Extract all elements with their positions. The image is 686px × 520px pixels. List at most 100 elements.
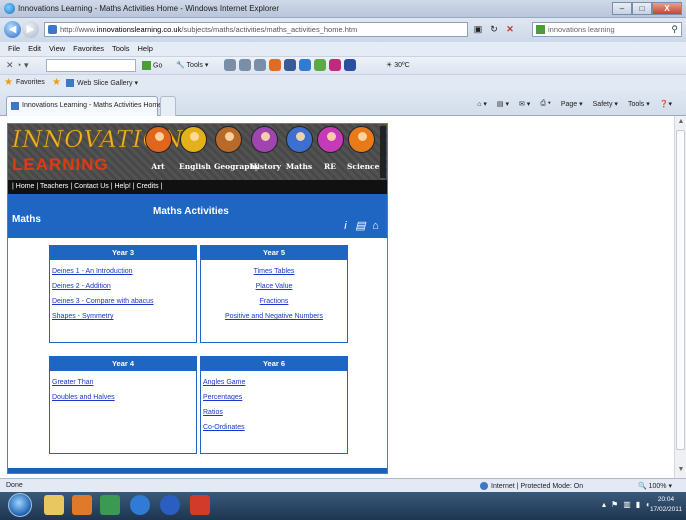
subject-art[interactable]: Art: [144, 126, 172, 171]
weather-widget[interactable]: ☀ 30ºC: [386, 61, 410, 69]
link-percentages[interactable]: Percentages: [201, 394, 347, 401]
toolbar: ✕ ◔ ▾ Go 🔧 Tools ▾ ☀ 30ºC: [0, 56, 686, 74]
site-navigation[interactable]: | Home | Teachers | Contact Us | Help! |…: [8, 180, 387, 194]
link-place-value[interactable]: Place Value: [201, 283, 347, 290]
menu-help[interactable]: Help: [138, 42, 153, 56]
status-text: Done: [6, 482, 23, 489]
internet-explorer-icon[interactable]: [130, 495, 150, 515]
search-icon[interactable]: ⚲: [671, 24, 678, 35]
widget-icon[interactable]: [314, 59, 326, 71]
link-deines-3[interactable]: Deines 3 - Compare with abacus: [50, 298, 196, 305]
new-tab-button[interactable]: [160, 96, 176, 116]
menu-file[interactable]: File: [8, 42, 20, 56]
link-greater-than[interactable]: Greater Than: [50, 379, 196, 386]
close-button[interactable]: X: [652, 2, 682, 15]
menu-tools[interactable]: Tools: [112, 42, 130, 56]
link-deines-2[interactable]: Deines 2 - Addition: [50, 283, 196, 290]
explorer-folder-icon[interactable]: [44, 495, 64, 515]
site-frame: INNOVATIONS LEARNING Art English Geograp…: [7, 123, 388, 474]
security-zone[interactable]: Internet | Protected Mode: On: [480, 482, 583, 490]
widget-icon[interactable]: [239, 59, 251, 71]
widget-icon[interactable]: [329, 59, 341, 71]
compatibility-view-icon[interactable]: ▣: [472, 23, 484, 35]
page-favicon-icon: [48, 25, 57, 34]
start-button-icon[interactable]: [8, 493, 32, 517]
clock[interactable]: 20:04 17/02/2011: [650, 495, 682, 515]
info-icon[interactable]: i: [340, 220, 351, 232]
print-icon[interactable]: ⎙ ▾: [540, 100, 551, 108]
stop-icon[interactable]: ✕: [504, 23, 516, 35]
flag-icon[interactable]: ⚑: [611, 500, 618, 509]
maths-character-icon: [285, 126, 313, 153]
menu-view[interactable]: View: [49, 42, 65, 56]
signal-icon[interactable]: ▮: [636, 500, 640, 509]
facebook-icon[interactable]: [284, 59, 296, 71]
mail-icon[interactable]: ✉ ▾: [519, 100, 530, 108]
menu-edit[interactable]: Edit: [28, 42, 41, 56]
page-menu[interactable]: Page ▾: [561, 100, 583, 108]
link-ratios[interactable]: Ratios: [201, 409, 347, 416]
widget-icon[interactable]: [299, 59, 311, 71]
subject-english[interactable]: English: [179, 126, 211, 171]
subject-history[interactable]: History: [250, 126, 281, 171]
address-bar: ◀ ▶ http://www.innovationslearning.co.uk…: [0, 18, 686, 42]
back-button[interactable]: ◀: [4, 21, 21, 38]
media-player-icon[interactable]: [72, 495, 92, 515]
help-icon[interactable]: ❓▾: [660, 100, 672, 108]
network-icon[interactable]: ▥: [623, 500, 631, 509]
close-toolbar-icon[interactable]: ✕ ◔ ▾: [6, 60, 29, 71]
page-header: Maths Maths Activities i ▤ ⌂: [8, 194, 387, 238]
subject-re[interactable]: RE: [316, 126, 344, 171]
scroll-down-icon[interactable]: ▼: [676, 466, 686, 476]
widget-icon[interactable]: [254, 59, 266, 71]
vertical-scrollbar[interactable]: ▲ ▼: [674, 116, 686, 478]
forward-button[interactable]: ▶: [22, 21, 39, 38]
widget-icon[interactable]: [224, 59, 236, 71]
zoom-level[interactable]: 🔍 100% ▾: [638, 482, 672, 490]
search-input[interactable]: innovations learning ⚲: [532, 22, 682, 37]
document-app-icon[interactable]: [190, 495, 210, 515]
media-app-icon[interactable]: [160, 495, 180, 515]
toolbar-search-input[interactable]: [46, 59, 136, 72]
tray-arrow-icon[interactable]: ▴: [602, 500, 606, 509]
toolbar-tools-button[interactable]: 🔧 Tools ▾: [176, 61, 208, 69]
go-button[interactable]: Go: [142, 61, 162, 70]
widget-icon[interactable]: [269, 59, 281, 71]
subject-science[interactable]: Science: [347, 126, 379, 171]
home-icon[interactable]: ⌂: [370, 220, 381, 232]
link-fractions[interactable]: Fractions: [201, 298, 347, 305]
web-slice-gallery-link[interactable]: Web Slice Gallery ▾: [66, 79, 138, 88]
link-deines-1[interactable]: Deines 1 - An Introduction: [50, 268, 196, 275]
re-character-icon: [316, 126, 344, 153]
add-favorite-icon[interactable]: ★: [52, 77, 61, 88]
link-angles-game[interactable]: Angles Game: [201, 379, 347, 386]
system-tray: ▴ ⚑ ▥ ▮ ◖: [602, 500, 650, 509]
scroll-thumb[interactable]: [676, 130, 685, 450]
site-logo[interactable]: INNOVATIONS: [12, 127, 200, 154]
feeds-icon[interactable]: ▤ ▾: [497, 100, 509, 108]
home-icon[interactable]: ⌂ ▾: [477, 100, 487, 108]
minimize-button[interactable]: –: [612, 2, 632, 15]
url-field[interactable]: http://www.innovationslearning.co.uk/sub…: [44, 22, 468, 37]
favorites-star-icon[interactable]: ★: [4, 77, 13, 88]
link-doubles-halves[interactable]: Doubles and Halves: [50, 394, 196, 401]
subject-maths[interactable]: Maths: [285, 126, 313, 171]
status-bar: Done Internet | Protected Mode: On 🔍 100…: [0, 478, 686, 492]
favorites-button[interactable]: Favorites: [16, 79, 45, 86]
link-positive-negative[interactable]: Positive and Negative Numbers: [201, 313, 347, 320]
maximize-button[interactable]: □: [632, 2, 652, 15]
app-icon[interactable]: [100, 495, 120, 515]
tab-active[interactable]: Innovations Learning - Maths Activities …: [6, 96, 162, 116]
site-logo-subtitle[interactable]: LEARNING: [12, 155, 109, 175]
menu-favorites[interactable]: Favorites: [73, 42, 104, 56]
link-co-ordinates[interactable]: Co-Ordinates: [201, 424, 347, 431]
subject-geography[interactable]: Geography: [214, 126, 259, 171]
safety-menu[interactable]: Safety ▾: [593, 100, 618, 108]
link-shapes-symmetry[interactable]: Shapes - Symmetry: [50, 313, 196, 320]
refresh-icon[interactable]: ↻: [488, 23, 500, 35]
widget-icon[interactable]: [344, 59, 356, 71]
scroll-up-icon[interactable]: ▲: [676, 118, 686, 128]
tools-menu[interactable]: Tools ▾: [628, 100, 650, 108]
teacher-notes-icon[interactable]: ▤: [355, 220, 366, 232]
link-times-tables[interactable]: Times Tables: [201, 268, 347, 275]
